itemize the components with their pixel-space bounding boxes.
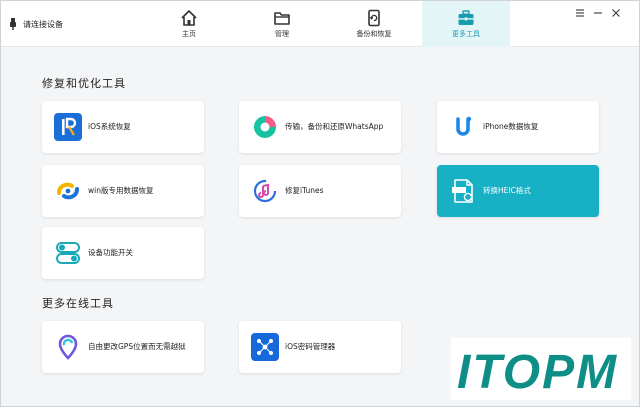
tool-card-device-toggle[interactable]: 设备功能开关 bbox=[42, 227, 204, 279]
status-text: 请连接设备 bbox=[23, 19, 63, 29]
tool-label: 传输，备份和还原WhatsApp bbox=[285, 122, 384, 131]
tool-label: 设备功能开关 bbox=[88, 248, 133, 257]
tool-label: iPhone数据恢复 bbox=[483, 122, 539, 131]
menu-button[interactable] bbox=[574, 4, 586, 17]
tool-label: 自由更改GPS位置而无需越狱 bbox=[88, 342, 186, 351]
tool-label: win版专用数据恢复 bbox=[88, 186, 154, 195]
tool-card-iphone-data-recovery[interactable]: iPhone数据恢复 bbox=[437, 101, 599, 153]
tool-label: 转换HEIC格式 bbox=[483, 186, 531, 195]
windows-data-recovery-icon bbox=[57, 182, 79, 200]
tool-card-windows-data-recovery[interactable]: win版专用数据恢复 bbox=[42, 165, 204, 217]
close-button[interactable] bbox=[610, 4, 622, 17]
backup-restore-icon bbox=[368, 9, 380, 27]
menu-icon bbox=[576, 9, 584, 17]
close-icon bbox=[612, 9, 620, 17]
tool-label: iOS系统恢复 bbox=[88, 122, 131, 131]
connection-status: 请连接设备 bbox=[9, 17, 63, 31]
usb-icon bbox=[10, 18, 16, 30]
tab-home[interactable]: 主页 bbox=[145, 1, 233, 47]
folder-icon bbox=[274, 12, 290, 25]
app-window: 请连接设备 主页 管理 备份和恢复 更多工具 修复和优化工具 iOS系统恢复 传… bbox=[0, 0, 640, 407]
svg-text:ITOPM: ITOPM bbox=[457, 346, 618, 399]
top-bar: 请连接设备 主页 管理 备份和恢复 更多工具 bbox=[1, 1, 639, 47]
tool-label: iOS密码管理器 bbox=[285, 342, 336, 351]
tab-label: 备份和恢复 bbox=[356, 30, 392, 38]
tab-label: 更多工具 bbox=[452, 30, 480, 38]
iphone-data-recovery-icon bbox=[456, 116, 472, 136]
device-toggle-icon bbox=[56, 242, 80, 264]
home-icon bbox=[181, 10, 197, 26]
itunes-repair-icon bbox=[253, 179, 277, 203]
tab-label: 主页 bbox=[182, 30, 196, 38]
heic-convert-icon bbox=[452, 179, 473, 203]
watermark-logo: ITOPM bbox=[451, 338, 631, 400]
tool-card-whatsapp-transfer[interactable]: 传输，备份和还原WhatsApp bbox=[239, 101, 401, 153]
tab-label: 管理 bbox=[275, 30, 289, 38]
section-title-repair: 修复和优化工具 bbox=[42, 77, 126, 90]
tab-backup-restore[interactable]: 备份和恢复 bbox=[330, 1, 418, 47]
minimize-button[interactable] bbox=[592, 4, 604, 16]
tab-manage[interactable]: 管理 bbox=[238, 1, 326, 47]
ios-repair-icon bbox=[54, 113, 82, 141]
tool-card-heic-convert[interactable]: 转换HEIC格式 bbox=[437, 165, 599, 217]
whatsapp-transfer-icon bbox=[254, 116, 276, 138]
gps-location-icon bbox=[58, 334, 78, 360]
tab-more-tools[interactable]: 更多工具 bbox=[422, 1, 510, 47]
tool-card-itunes-repair[interactable]: 修复iTunes bbox=[239, 165, 401, 217]
tool-card-password-manager[interactable]: iOS密码管理器 bbox=[239, 321, 401, 373]
toolbox-icon bbox=[458, 10, 474, 25]
password-manager-icon bbox=[251, 333, 279, 361]
tool-label: 修复iTunes bbox=[285, 186, 324, 195]
section-title-online: 更多在线工具 bbox=[42, 297, 114, 310]
tool-card-ios-repair[interactable]: iOS系统恢复 bbox=[42, 101, 204, 153]
minimize-icon bbox=[594, 12, 602, 14]
tool-card-gps-location[interactable]: 自由更改GPS位置而无需越狱 bbox=[42, 321, 204, 373]
